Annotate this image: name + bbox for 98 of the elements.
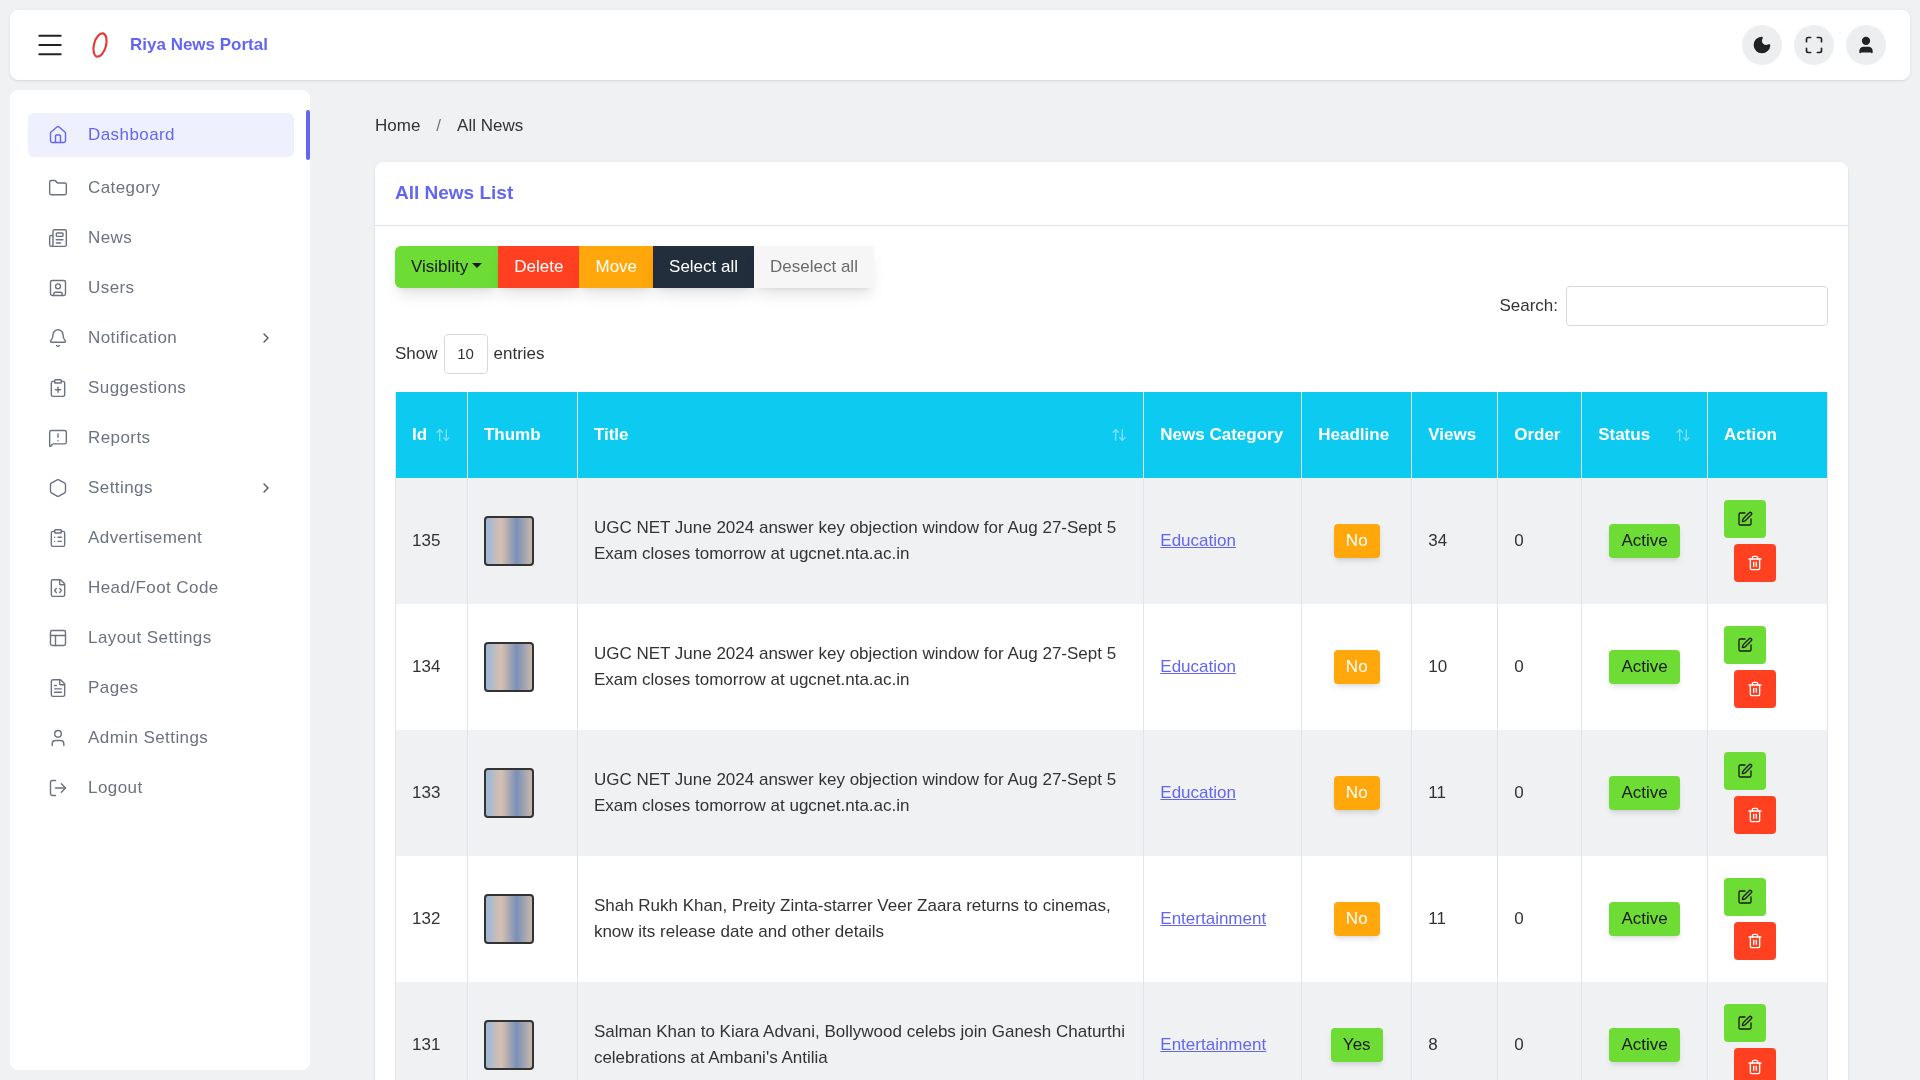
edit-button[interactable] — [1724, 500, 1767, 538]
edit-button[interactable] — [1724, 878, 1767, 916]
status-badge: Active — [1609, 1028, 1680, 1062]
active-indicator — [306, 110, 310, 160]
delete-button[interactable] — [1734, 670, 1777, 708]
caret-icon — [472, 262, 483, 268]
table-cell: 8 — [1411, 982, 1498, 1080]
headline-badge: No — [1333, 902, 1380, 936]
message-alert-icon — [48, 428, 68, 448]
delete-button[interactable] — [1734, 922, 1777, 960]
edit-icon — [1737, 511, 1754, 527]
category-link[interactable]: Education — [1160, 531, 1236, 551]
sidebar-item[interactable]: Head/Foot Code — [28, 566, 294, 610]
sidebar-item[interactable]: News — [28, 216, 294, 260]
edit-icon — [1737, 763, 1754, 779]
edit-icon — [1737, 889, 1754, 905]
edit-icon — [1737, 1015, 1754, 1031]
show-label: Show — [395, 343, 438, 366]
id-card-icon — [48, 278, 68, 298]
profile-button[interactable] — [1846, 25, 1886, 65]
sort-icon — [434, 427, 451, 443]
dark-mode-button[interactable] — [1742, 25, 1782, 65]
visibility-dropdown[interactable]: Visiblity — [395, 246, 499, 288]
category-link[interactable]: Entertainment — [1160, 909, 1267, 929]
user-icon — [1856, 35, 1876, 55]
delete-button[interactable] — [1734, 544, 1777, 582]
table-cell: 131 — [395, 982, 468, 1080]
sidebar-item[interactable]: Suggestions — [28, 366, 294, 410]
sidebar-item[interactable]: Pages — [28, 666, 294, 710]
photo-placeholder — [483, 894, 534, 944]
action-button[interactable]: Select all — [653, 246, 755, 288]
folder-icon — [48, 178, 68, 198]
category-link[interactable]: Education — [1160, 783, 1236, 803]
user-icon — [48, 728, 68, 748]
delete-button[interactable] — [1734, 1048, 1777, 1080]
sidebar-item[interactable]: Reports — [28, 416, 294, 460]
photo-placeholder — [483, 1020, 534, 1070]
entries-label: entries — [493, 343, 545, 366]
edit-icon — [1737, 637, 1754, 653]
hexagon-icon — [48, 478, 68, 498]
photo-placeholder — [483, 642, 534, 692]
status-badge: Active — [1609, 776, 1680, 810]
edit-button[interactable] — [1724, 626, 1767, 664]
action-button[interactable]: Delete — [498, 246, 580, 288]
photo-placeholder — [483, 768, 534, 818]
moon-icon — [1752, 35, 1772, 55]
sidebar-item[interactable]: Category — [28, 166, 294, 210]
table-cell: 0 — [1497, 982, 1582, 1080]
edit-button[interactable] — [1724, 1004, 1767, 1042]
trash-icon — [1747, 807, 1764, 823]
sidebar-item[interactable]: Layout Settings — [28, 616, 294, 660]
entries-select[interactable]: 10 — [443, 334, 488, 374]
power-icon — [48, 778, 68, 798]
fullscreen-button[interactable] — [1794, 25, 1834, 65]
brand-name: Riya News Portal — [130, 34, 268, 57]
trash-icon — [1747, 1059, 1764, 1075]
breadcrumb-link[interactable]: Home — [375, 113, 421, 139]
clipboard-plus-icon — [48, 378, 68, 398]
sidebar-item[interactable]: Users — [28, 266, 294, 310]
sort-icon — [1675, 427, 1692, 443]
trash-icon — [1747, 933, 1764, 949]
sort-icon — [1111, 427, 1128, 443]
search-field[interactable] — [1566, 286, 1828, 326]
trash-icon — [1747, 681, 1764, 697]
fullscreen-icon — [1804, 35, 1824, 55]
breadcrumb-separator: / — [436, 115, 442, 138]
headline-badge: No — [1333, 650, 1380, 684]
trash-icon — [1747, 555, 1764, 571]
logo-icon — [90, 29, 110, 61]
layout-icon — [48, 628, 68, 648]
document-icon — [48, 678, 68, 698]
edit-button[interactable] — [1724, 752, 1767, 790]
status-badge: Active — [1609, 524, 1680, 558]
search-label: Search: — [1499, 295, 1558, 318]
action-button[interactable]: Deselect all — [754, 246, 874, 288]
sidebar-item[interactable]: Notification — [28, 316, 294, 360]
photo-placeholder — [483, 516, 534, 566]
table-cell: Salman Khan to Kiara Advani, Bollywood celebs join Ganesh Chaturthi celebrations at Ambani's Antilia — [577, 982, 1144, 1080]
headline-badge: No — [1333, 776, 1380, 810]
code-file-icon — [48, 578, 68, 598]
headline-badge: No — [1333, 524, 1380, 558]
card-title: All News List — [395, 181, 514, 206]
newspaper-icon — [48, 228, 68, 248]
headline-badge: Yes — [1330, 1028, 1383, 1062]
status-badge: Active — [1609, 650, 1680, 684]
sidebar-item[interactable]: Admin Settings — [28, 716, 294, 760]
sidebar-item[interactable]: Dashboard — [28, 113, 294, 157]
breadcrumb-link[interactable]: All News — [457, 113, 524, 139]
delete-button[interactable] — [1734, 796, 1777, 834]
clipboard-icon — [48, 528, 68, 548]
bell-icon — [48, 328, 68, 348]
sidebar-item[interactable]: Settings — [28, 466, 294, 510]
sidebar-item[interactable]: Logout — [28, 766, 294, 810]
sidebar-item[interactable]: Advertisement — [28, 516, 294, 560]
category-link[interactable]: Education — [1160, 657, 1236, 677]
category-link[interactable]: Entertainment — [1160, 1035, 1267, 1055]
status-badge: Active — [1609, 902, 1680, 936]
home-icon — [48, 125, 68, 145]
